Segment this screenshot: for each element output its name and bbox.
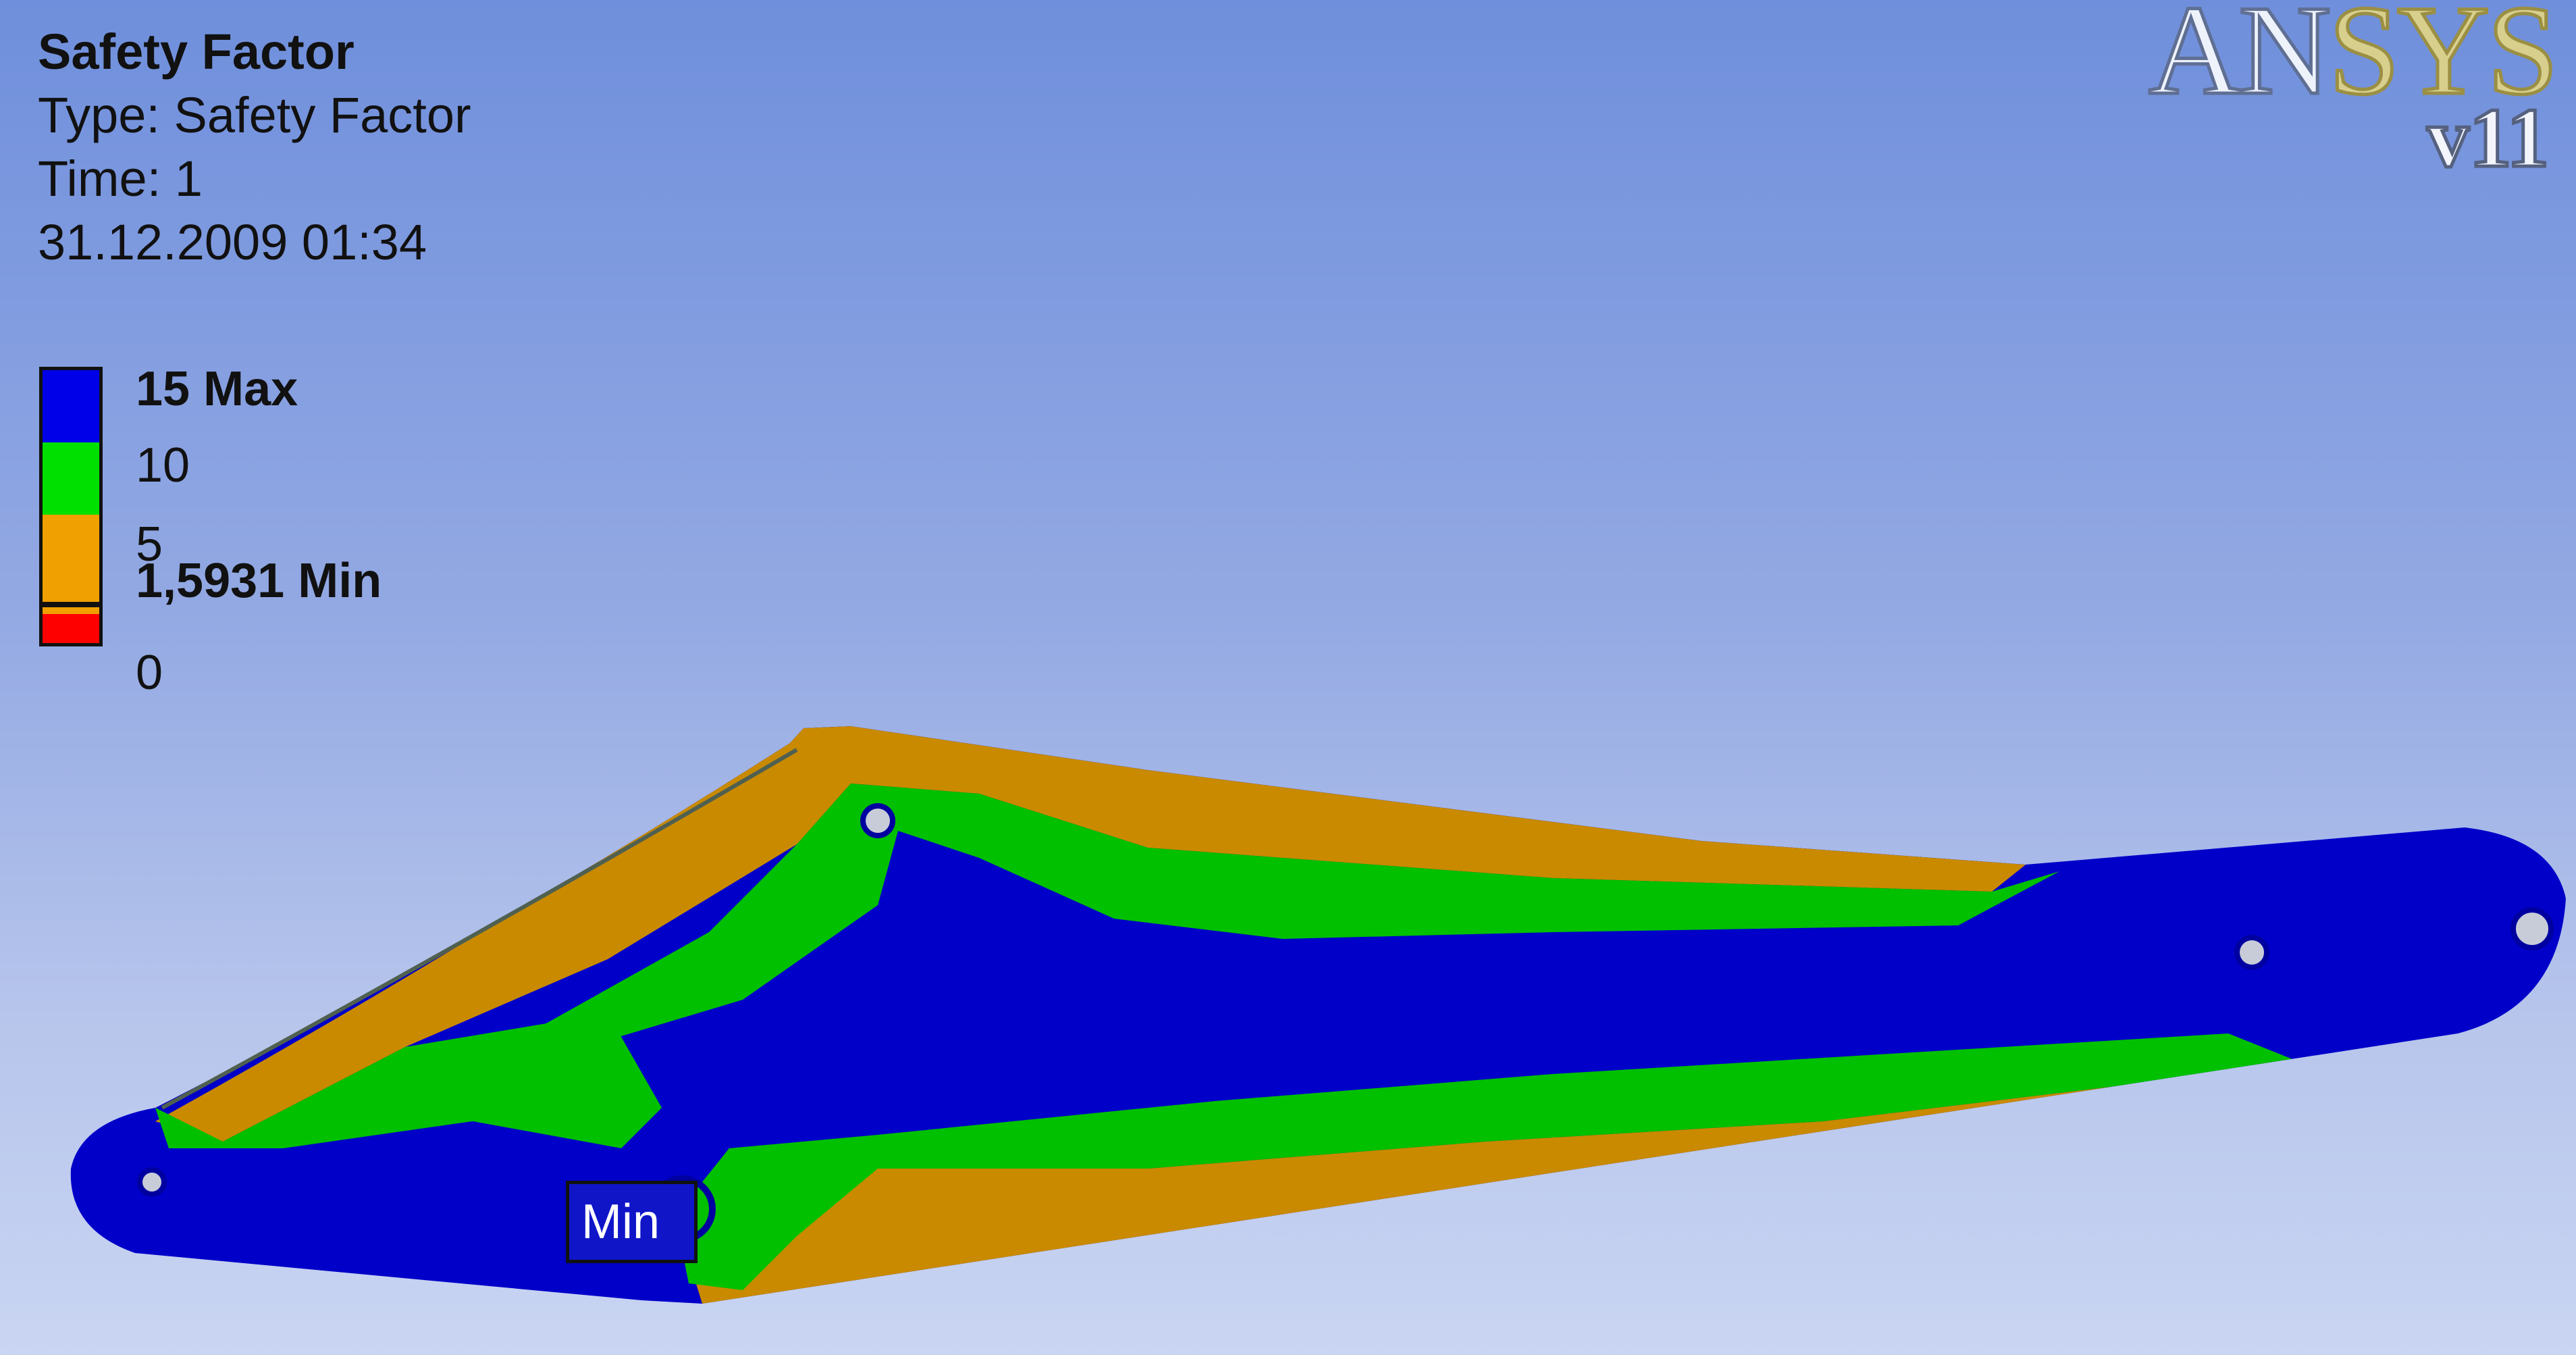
model-body[interactable] xyxy=(0,0,2576,1355)
min-value-tag[interactable]: Min xyxy=(566,1181,698,1263)
pin-hole-2[interactable] xyxy=(137,1167,167,1197)
pin-hole-4[interactable] xyxy=(2511,907,2554,950)
pin-hole-3[interactable] xyxy=(2234,935,2269,970)
pin-hole-1[interactable] xyxy=(860,803,895,838)
safety-factor-contour-model[interactable] xyxy=(0,0,2576,1355)
